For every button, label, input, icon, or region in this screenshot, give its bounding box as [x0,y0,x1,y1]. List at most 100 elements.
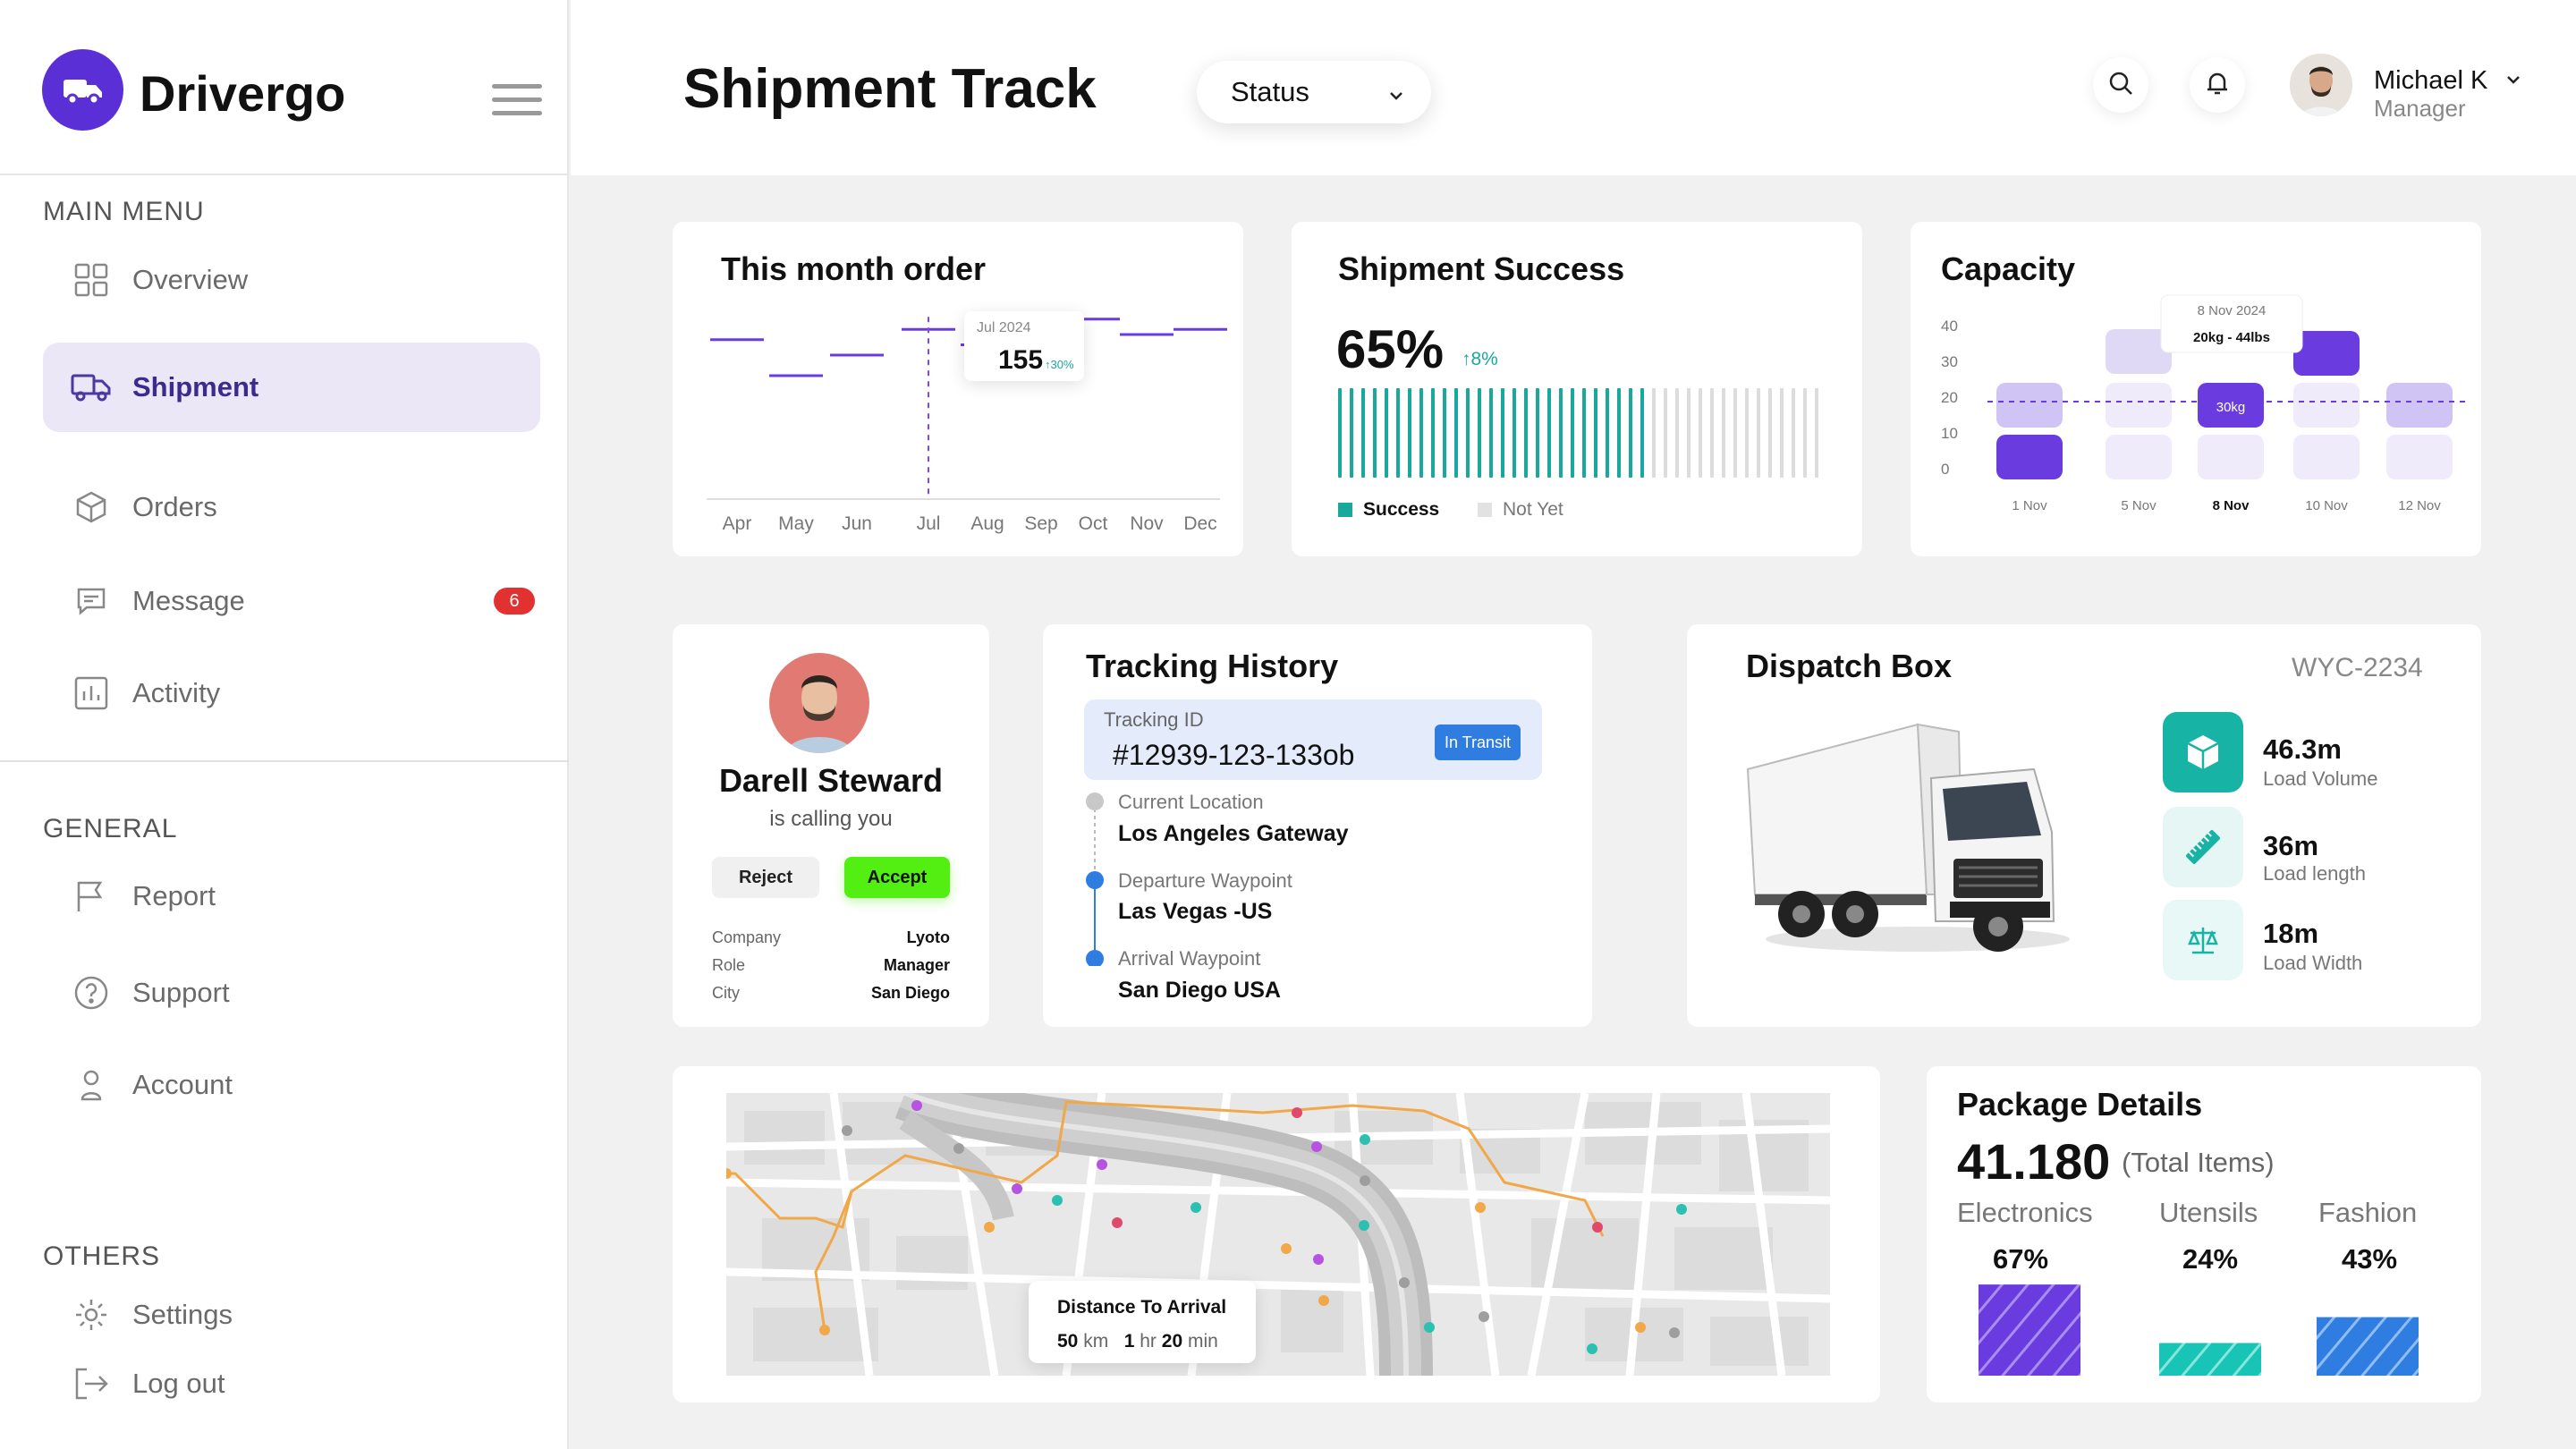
sidebar-item-label: Shipment [132,371,259,402]
success-bars-chart [1338,388,1818,478]
success-bar [1803,388,1807,478]
success-bar [1733,388,1737,478]
search-button[interactable] [2093,57,2148,113]
sidebar-item-overview[interactable]: Overview [43,235,540,325]
step-value: Los Angeles Gateway [1118,821,1349,846]
avatar[interactable] [2290,54,2352,116]
success-bar [1385,388,1388,478]
user-name[interactable]: Michael K [2374,66,2523,97]
user-name-text: Michael K [2374,66,2488,95]
status-dropdown[interactable]: Status [1197,61,1431,123]
package-bar [2159,1343,2261,1376]
package-bar [1979,1284,2080,1376]
sidebar-item-label: Overview [132,264,249,295]
capacity-cell [2106,383,2172,428]
sidebar-item-label: Account [132,1069,233,1100]
capacity-cell [2293,331,2360,376]
app-name: Drivergo [140,65,346,122]
month-order-chart: Apr May Jun Jul Aug Sep Oct Nov Dec [707,309,1227,534]
x-tick: Dec [1183,513,1216,534]
sidebar-item-logout[interactable]: Log out [43,1339,540,1428]
sidebar-item-activity[interactable]: Activity [43,648,540,738]
step-value: Las Vegas -US [1118,899,1273,924]
success-bar [1501,388,1504,478]
success-bar [1606,388,1609,478]
capacity-cell [2198,435,2264,479]
chat-icon [70,580,113,623]
dim-value: 36m [2263,830,2319,861]
distance-panel: Distance To Arrival 50 km 1 hr 20 min [1029,1281,1256,1363]
detail-value: Manager [883,956,950,974]
detail-key: Company [712,928,782,946]
sidebar-item-label: Settings [132,1299,233,1330]
order-tooltip-value: 155 [998,345,1044,375]
others-title: OTHERS [43,1241,161,1271]
success-bar [1338,388,1342,478]
success-bar [1629,388,1632,478]
caller-avatar [769,653,869,753]
success-bar [1687,388,1690,478]
tracking-title: Tracking History [1086,648,1339,684]
gear-icon [70,1293,113,1336]
step-value: San Diego USA [1118,978,1281,1003]
sidebar-item-orders[interactable]: Orders [43,462,540,552]
success-bar [1815,388,1818,478]
x-tick: Sep [1024,513,1057,534]
capacity-cell [2386,383,2453,428]
sidebar-item-shipment[interactable]: Shipment [43,343,540,432]
distance-hr: 1 [1123,1331,1135,1352]
bell-icon [2204,70,2231,101]
success-bar [1722,388,1725,478]
chevron-down-icon[interactable] [2504,67,2523,97]
accept-button[interactable]: Accept [844,857,950,898]
sidebar-item-support[interactable]: Support [43,948,540,1038]
capacity-cell [2386,435,2453,479]
success-bar [1396,388,1400,478]
sidebar-item-report[interactable]: Report [43,852,540,941]
x-tick: 1 Nov [2012,498,2047,513]
tracking-id[interactable]: #12939-123-133ob [1113,739,1354,772]
distance-hr-unit: hr [1140,1331,1157,1352]
legend-swatch [1338,503,1352,518]
success-bar [1361,388,1365,478]
success-bar [1513,388,1516,478]
sidebar-divider [0,760,569,762]
sidebar-item-label: Support [132,977,230,1008]
capacity-cell [1996,383,2063,428]
success-bar [1768,388,1772,478]
step-label: Current Location [1118,791,1264,813]
dim-label: Load Width [2263,952,2363,974]
distance-km: 50 [1057,1331,1079,1352]
tracking-id-label: Tracking ID [1104,708,1204,731]
timeline-dot [1086,871,1104,889]
notifications-button[interactable] [2190,57,2245,113]
truck-icon [70,366,113,409]
truck-logo-icon [42,49,123,131]
x-tick: Oct [1079,513,1108,534]
success-bar [1466,388,1470,478]
logout-icon [70,1362,113,1405]
route-map[interactable] [726,1093,1830,1376]
truck-image [1746,723,2070,952]
hamburger-menu-icon[interactable] [492,84,542,118]
success-bar [1454,388,1458,478]
success-bar [1571,388,1574,478]
sidebar-item-message[interactable]: Message 6 [43,556,540,646]
caller-subtitle: is calling you [769,807,893,831]
sidebar-item-account[interactable]: Account [43,1040,540,1130]
reject-button[interactable]: Reject [712,857,819,898]
x-tick: Nov [1130,513,1164,534]
search-icon [2107,70,2134,101]
order-tooltip-change: ↑30% [1045,358,1074,371]
dim-value: 46.3m [2263,733,2342,765]
dim-value: 18m [2263,918,2319,949]
tracking-id-box: Tracking ID #12939-123-133ob In Transit [1084,699,1542,780]
detail-value: Lyoto [906,928,950,946]
success-rate: 65% [1336,319,1445,379]
selected-cell-label: 30kg [2216,400,2246,415]
ruler-icon [2163,807,2243,887]
dispatch-code: WYC-2234 [2292,653,2423,682]
success-bar [1664,388,1667,478]
activity-chart-icon [70,672,113,715]
x-tick: 5 Nov [2121,498,2157,513]
